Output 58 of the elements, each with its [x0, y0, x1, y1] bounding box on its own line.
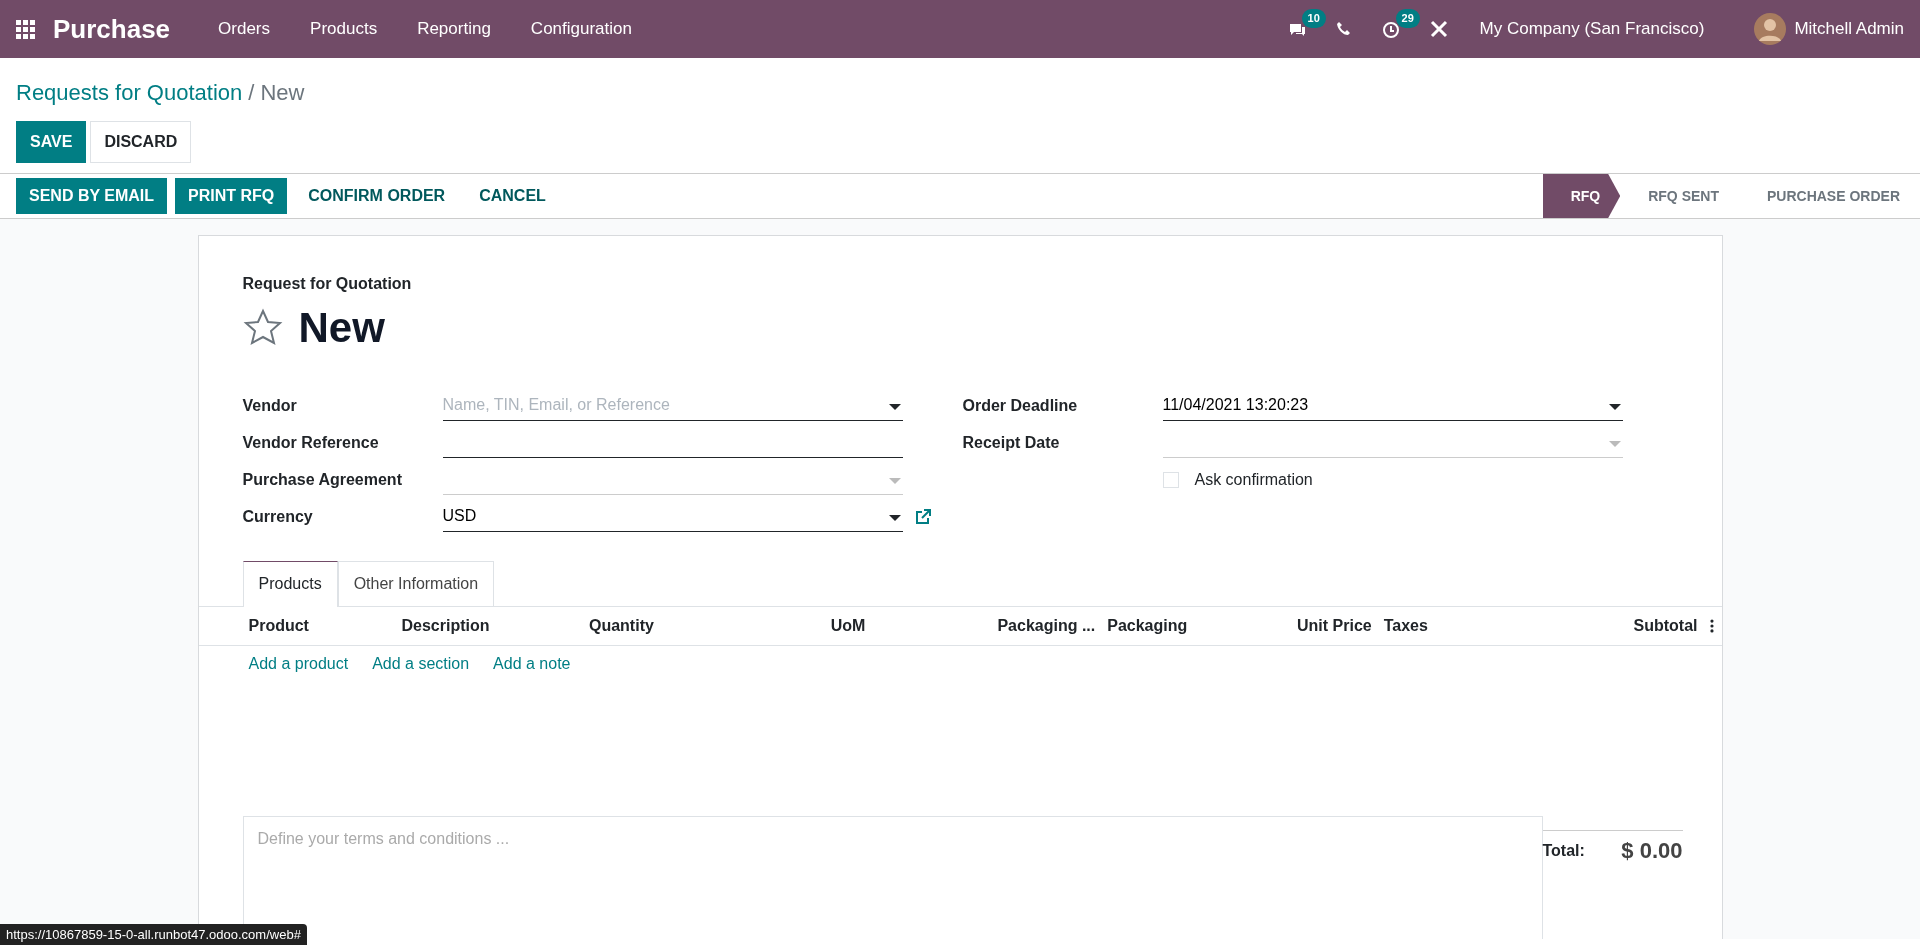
column-header[interactable]: Unit Price [1284, 614, 1384, 638]
phone-icon[interactable] [1335, 21, 1352, 37]
form-subtitle: Request for Quotation [242, 274, 413, 294]
add-line-link[interactable]: Add a section [372, 652, 470, 676]
action-button[interactable]: CONFIRM ORDER [295, 178, 459, 214]
action-button[interactable]: PRINT RFQ [175, 178, 288, 214]
column-header[interactable]: Packaging [1107, 614, 1285, 638]
checkbox[interactable] [1162, 471, 1179, 488]
apps-menu-icon[interactable] [16, 19, 35, 39]
dropdown-caret-icon[interactable] [1608, 402, 1621, 411]
message-count: 10 [1301, 9, 1326, 28]
form-tab[interactable]: Other Information [337, 561, 495, 606]
field-label: Purchase Agreement [242, 469, 403, 490]
options-menu-icon[interactable] [1709, 619, 1714, 633]
column-header[interactable]: Subtotal [1561, 614, 1710, 638]
breadcrumb-current: New [260, 79, 305, 107]
menu-item[interactable]: Orders [218, 16, 271, 42]
activity-count: 29 [1395, 9, 1420, 28]
dropdown-field[interactable]: USD [442, 501, 903, 532]
form-tab[interactable]: Products [242, 561, 338, 607]
checkbox-label: Ask confirmation [1194, 469, 1313, 490]
app-name[interactable]: Purchase [53, 9, 171, 49]
avatar-icon[interactable] [1754, 13, 1787, 45]
field-label: Vendor [242, 395, 298, 416]
breadcrumb-link[interactable]: Requests for Quotation [16, 76, 243, 109]
menu-item[interactable]: Products [310, 16, 378, 42]
company-switcher[interactable]: My Company (San Francisco) [1479, 16, 1705, 42]
menu-item[interactable]: Reporting [417, 16, 491, 42]
total-amount: $ 0.00 [1621, 837, 1683, 865]
action-button[interactable]: CANCEL [466, 178, 559, 214]
add-line-link[interactable]: Add a note [493, 652, 571, 676]
link-url-tooltip: https://10867859-15-0-all.runbot47.odoo.com/web# [0, 923, 307, 945]
field-label: Currency [242, 506, 314, 527]
column-header[interactable]: Quantity [588, 614, 831, 638]
total-label: Total: [1542, 840, 1585, 861]
field-label: Vendor Reference [242, 432, 380, 453]
user-menu[interactable]: Mitchell Admin [1794, 16, 1904, 42]
clock-icon[interactable] [1381, 20, 1400, 39]
field-label: Receipt Date [962, 432, 1061, 453]
breadcrumb-separator: / [248, 79, 255, 107]
dropdown-caret-icon[interactable] [888, 513, 901, 522]
column-header[interactable]: Product [248, 614, 402, 638]
field-label: Order Deadline [962, 395, 1079, 416]
column-header[interactable]: Packaging ... [983, 614, 1108, 638]
column-header[interactable]: Description [401, 614, 589, 638]
record-title: New [298, 303, 385, 353]
dropdown-caret-icon[interactable] [888, 402, 901, 411]
column-header[interactable]: Taxes [1383, 614, 1562, 638]
column-header[interactable]: UoM [830, 614, 984, 638]
menu-item[interactable]: Configuration [530, 16, 632, 42]
action-button[interactable]: SEND BY EMAIL [16, 178, 168, 214]
external-link-icon[interactable] [914, 508, 931, 525]
dropdown-field[interactable]: 11/04/2021 13:20:23 [1162, 390, 1623, 421]
dropdown-field[interactable]: Name, TIN, Email, or Reference [442, 390, 903, 421]
add-line-link[interactable]: Add a product [248, 652, 349, 676]
status-stage[interactable]: RFQ [1542, 174, 1621, 218]
save-button[interactable]: SAVE [16, 121, 87, 163]
discard-button[interactable]: DISCARD [90, 121, 192, 163]
